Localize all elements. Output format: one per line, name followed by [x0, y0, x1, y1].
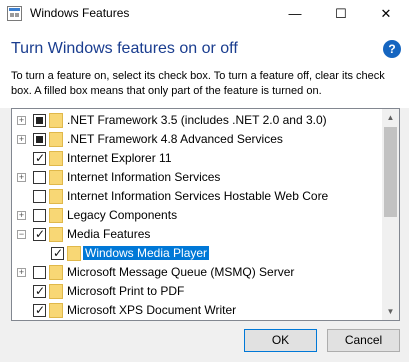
expand-icon[interactable]: + [17, 211, 26, 220]
feature-row[interactable]: − Media Features [12, 225, 384, 244]
feature-checkbox[interactable] [33, 171, 46, 184]
ok-button[interactable]: OK [244, 329, 317, 352]
scroll-down-icon[interactable]: ▼ [382, 303, 399, 320]
feature-checkbox[interactable] [51, 246, 64, 260]
feature-label: Microsoft Message Queue (MSMQ) Server [67, 265, 295, 279]
feature-row[interactable]: + Legacy Components [12, 206, 384, 225]
maximize-icon[interactable]: ☐ [318, 0, 364, 28]
feature-label: Internet Explorer 11 [67, 151, 172, 165]
folder-icon [49, 113, 63, 128]
folder-icon [49, 227, 63, 242]
feature-label: .NET Framework 4.8 Advanced Services [67, 132, 283, 146]
close-icon[interactable]: ✕ [363, 0, 409, 28]
feature-row[interactable]: + Microsoft Message Queue (MSMQ) Server [12, 263, 384, 282]
folder-icon [49, 284, 63, 299]
expand-icon[interactable]: + [17, 268, 26, 277]
folder-icon [49, 265, 63, 280]
feature-label: Microsoft XPS Document Writer [67, 303, 237, 317]
feature-checkbox[interactable] [33, 266, 46, 279]
folder-icon [49, 151, 63, 166]
features-tree[interactable]: + .NET Framework 3.5 (includes .NET 2.0 a… [11, 108, 400, 321]
page-title: Turn Windows features on or off [11, 40, 238, 57]
feature-row[interactable]: Windows Media Player [12, 244, 384, 263]
feature-label: Internet Information Services Hostable W… [67, 189, 329, 203]
feature-label: Legacy Components [67, 208, 178, 222]
windows-features-dialog: Windows Features — ☐ ✕ Turn Windows feat… [0, 0, 409, 362]
folder-icon [49, 132, 63, 147]
expand-icon[interactable]: + [17, 135, 26, 144]
title-bar[interactable]: Windows Features — ☐ ✕ [0, 0, 409, 28]
feature-label: Windows Media Player [83, 246, 210, 260]
scroll-up-icon[interactable]: ▲ [382, 109, 399, 126]
feature-checkbox[interactable] [33, 190, 46, 203]
folder-icon [49, 208, 63, 223]
feature-checkbox[interactable] [33, 209, 46, 222]
feature-label: Media Features [67, 227, 151, 241]
feature-label: Internet Information Services [67, 170, 221, 184]
scroll-thumb[interactable] [384, 127, 397, 217]
windows-features-app-icon [7, 6, 22, 21]
minimize-icon[interactable]: — [272, 0, 318, 28]
feature-row[interactable]: + .NET Framework 3.5 (includes .NET 2.0 a… [12, 111, 384, 130]
feature-row[interactable]: + Internet Information Services [12, 168, 384, 187]
window-title: Windows Features [30, 6, 130, 20]
folder-icon [49, 189, 63, 204]
feature-checkbox[interactable] [33, 114, 46, 127]
help-icon[interactable]: ? [383, 40, 401, 58]
feature-label: Microsoft Print to PDF [67, 284, 185, 298]
feature-checkbox[interactable] [33, 133, 46, 146]
feature-checkbox[interactable] [33, 284, 46, 298]
feature-checkbox[interactable] [33, 151, 46, 165]
feature-checkbox[interactable] [33, 303, 46, 317]
instructions-text: To turn a feature on, select its check b… [11, 70, 385, 97]
cancel-button[interactable]: Cancel [327, 329, 400, 352]
feature-label: .NET Framework 3.5 (includes .NET 2.0 an… [67, 113, 327, 127]
folder-icon [49, 170, 63, 185]
feature-row[interactable]: Internet Explorer 11 [12, 149, 384, 168]
vertical-scrollbar[interactable]: ▲ ▼ [382, 109, 399, 320]
expand-icon[interactable]: + [17, 116, 26, 125]
feature-checkbox[interactable] [33, 227, 46, 241]
feature-row[interactable]: +Print and Document Services [12, 320, 384, 321]
feature-row[interactable]: Internet Information Services Hostable W… [12, 187, 384, 206]
collapse-icon[interactable]: − [17, 230, 26, 239]
folder-icon [49, 303, 63, 318]
expand-icon[interactable]: + [17, 173, 26, 182]
folder-icon [67, 246, 81, 261]
feature-row[interactable]: Microsoft Print to PDF [12, 282, 384, 301]
feature-row[interactable]: + .NET Framework 4.8 Advanced Services [12, 130, 384, 149]
feature-row[interactable]: Microsoft XPS Document Writer [12, 301, 384, 320]
